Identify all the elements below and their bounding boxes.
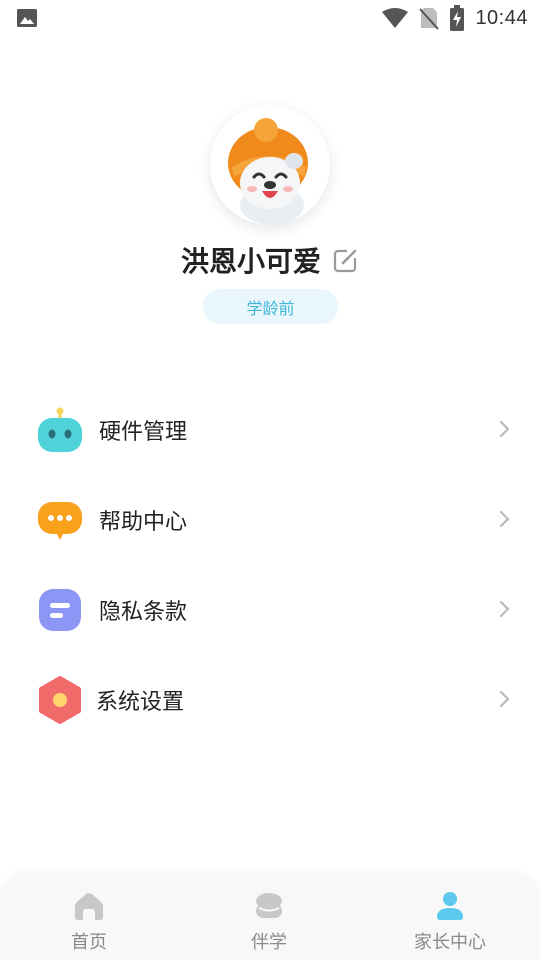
chevron-right-icon: [499, 690, 510, 708]
menu-item-settings[interactable]: 系统设置: [0, 654, 540, 744]
battery-charging-icon: [450, 5, 465, 31]
menu-label-hardware: 硬件管理: [99, 420, 188, 445]
chevron-right-icon: [499, 600, 510, 618]
status-bar: 10:44: [0, 0, 540, 36]
menu-label-privacy: 隐私条款: [99, 600, 188, 625]
tab-companion[interactable]: 伴学: [209, 888, 329, 956]
profile-name: 洪恩小可爱: [180, 245, 321, 278]
chat-bubble-icon: [38, 502, 82, 540]
menu-label-help: 帮助中心: [99, 510, 188, 535]
menu-item-help[interactable]: 帮助中心: [0, 474, 540, 564]
age-group-badge: 学龄前: [203, 289, 338, 324]
avatar[interactable]: [210, 105, 330, 225]
document-icon: [39, 589, 81, 631]
image-notification-icon: [17, 9, 37, 27]
menu-item-hardware[interactable]: 硬件管理: [0, 384, 540, 474]
home-icon: [75, 893, 103, 920]
robot-icon: [38, 407, 82, 452]
edit-icon[interactable]: [333, 247, 359, 273]
chevron-right-icon: [499, 510, 510, 528]
companion-icon: [256, 893, 282, 918]
profile-name-row: 洪恩小可爱: [0, 240, 540, 280]
parent-icon: [437, 892, 463, 920]
tab-home[interactable]: 首页: [29, 888, 149, 956]
no-sim-icon: [419, 8, 440, 30]
settings-menu: 硬件管理 帮助中心 隐私条款 系统设置: [0, 384, 540, 744]
wifi-icon: [382, 8, 409, 28]
settings-icon: [39, 676, 81, 724]
tab-label-parent-center: 家长中心: [414, 932, 486, 953]
menu-item-privacy[interactable]: 隐私条款: [0, 564, 540, 654]
menu-label-settings: 系统设置: [96, 690, 185, 715]
bottom-nav: 首页 伴学 家长中心: [0, 876, 540, 960]
tab-label-home: 首页: [71, 932, 107, 953]
tab-label-companion: 伴学: [251, 932, 287, 953]
bear-avatar-image: [210, 105, 330, 225]
status-time: 10:44: [475, 6, 528, 29]
chevron-right-icon: [499, 420, 510, 438]
tab-parent-center[interactable]: 家长中心: [390, 888, 510, 956]
